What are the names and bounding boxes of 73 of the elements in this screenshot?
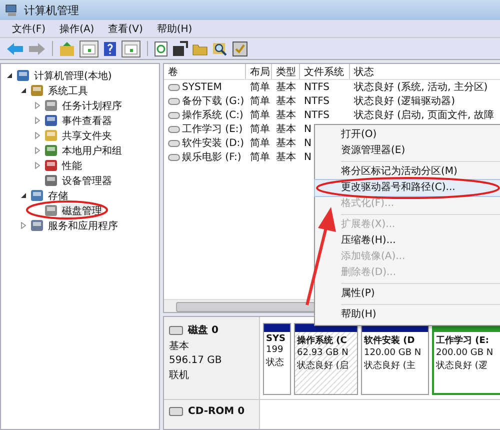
partition-text: 120.00 GB N [364, 348, 422, 358]
partition-text: 200.00 GB N [436, 348, 494, 358]
table-cell-text: 备份下载 (G:) [182, 94, 244, 108]
tree-item[interactable]: 任务计划程序 [61, 98, 123, 112]
table-cell: N [304, 152, 312, 162]
disk-name: 磁盘 0 [188, 324, 218, 337]
context-menu-item[interactable]: 压缩卷(H)... [315, 233, 500, 249]
partition-block[interactable]: 操作系统 (C 62.93 GB N 状态良好 (启 [294, 323, 358, 395]
table-cell-text: 基本 [276, 108, 296, 122]
column-header[interactable]: 卷 [164, 64, 246, 79]
tree-item[interactable]: 计算机管理(本地) [33, 68, 113, 82]
table-cell: NTFS [304, 82, 330, 92]
table-cell-text: 简单 [250, 150, 270, 164]
partition-block[interactable]: SYS 199 状态 [263, 323, 291, 395]
table-cell-text: 状态良好 (系统, 活动, 主分区) [354, 80, 488, 94]
tree-item[interactable]: 系统工具 [47, 84, 89, 98]
table-cell-text: 状态良好 (启动, 页面文件, 故障 [354, 108, 494, 122]
table-cell-text: 基本 [276, 80, 296, 94]
table-cell: SYSTEM [182, 82, 222, 92]
table-cell-text: 工作学习 (E:) [182, 123, 243, 136]
column-header[interactable]: 状态 [350, 64, 500, 79]
disk-info: 596.17 GB [169, 355, 223, 366]
menu-item[interactable]: 查看(V) [108, 22, 143, 36]
column-header[interactable]: 布局 [246, 64, 272, 79]
partition-text: 状态良好 (主 [364, 360, 416, 372]
tree-item[interactable]: 性能 [61, 158, 83, 172]
table-cell-text: 简单 [250, 122, 270, 136]
table-cell-text: 基本 [276, 122, 296, 136]
table-cell: NTFS [304, 110, 330, 120]
partition-text: 状态 [266, 356, 285, 369]
column-header[interactable]: 类型 [272, 64, 300, 79]
table-cell-text: 基本 [276, 136, 296, 150]
context-menu-item[interactable]: 将分区标记为活动分区(M) [315, 164, 500, 180]
disk-name: CD-ROM 0 [188, 406, 245, 417]
tree-item[interactable]: 设备管理器 [61, 174, 113, 188]
table-cell: N [304, 124, 312, 134]
table-cell-text: 基本 [276, 150, 296, 164]
table-cell-text: 软件安装 (D:) [182, 136, 244, 150]
menu-item[interactable]: 操作(A) [60, 22, 94, 36]
table-cell: NTFS [304, 96, 330, 106]
window-title: 计算机管理 [24, 2, 79, 18]
table-cell-text: 简单 [250, 108, 270, 122]
partition-text: 199 [266, 345, 284, 355]
disk-info: 基本 [169, 340, 190, 353]
partition-text: 状态良好 (逻 [436, 360, 488, 372]
context-menu-item[interactable]: 打开(O) [315, 127, 500, 143]
context-menu-item[interactable]: 帮助(H) [315, 307, 500, 323]
disk-info: 联机 [169, 368, 190, 382]
tree-item[interactable]: 存储 [47, 188, 69, 202]
partition-text: 62.93 GB N [297, 348, 350, 358]
partition-text: 状态良好 (启 [297, 360, 350, 372]
partition-text: 软件安装 (D [364, 334, 416, 347]
table-cell-text: 简单 [250, 94, 270, 108]
table-cell-text: 状态良好 (逻辑驱动器) [354, 94, 455, 108]
table-cell-text: 操作系统 (C:) [182, 108, 244, 122]
tree-item[interactable]: 共享文件夹 [61, 128, 113, 142]
context-menu-item[interactable]: 属性(P) [315, 286, 500, 302]
tree-item[interactable]: 本地用户和组 [61, 144, 123, 158]
tree-item[interactable]: 服务和应用程序 [47, 218, 119, 232]
context-menu-item[interactable]: 资源管理器(E) [315, 143, 500, 159]
tree-item[interactable]: 事件查看器 [61, 114, 113, 128]
table-cell-text: 娱乐电影 (F:) [182, 150, 242, 164]
table-cell-text: 简单 [250, 80, 270, 94]
table-cell-text: 简单 [250, 136, 270, 150]
table-cell-text: 基本 [276, 94, 296, 108]
partition-text: SYS [266, 334, 286, 344]
menu-item[interactable]: 文件(F) [12, 22, 46, 36]
context-menu-item[interactable]: 更改驱动器号和路径(C)... [315, 180, 500, 196]
table-cell: N [304, 138, 312, 148]
menu-item[interactable]: 帮助(H) [156, 22, 192, 36]
column-header[interactable]: 文件系统 [300, 64, 350, 79]
partition-text: 工作学习 (E: [436, 334, 490, 347]
partition-text: 操作系统 (C [297, 334, 348, 347]
